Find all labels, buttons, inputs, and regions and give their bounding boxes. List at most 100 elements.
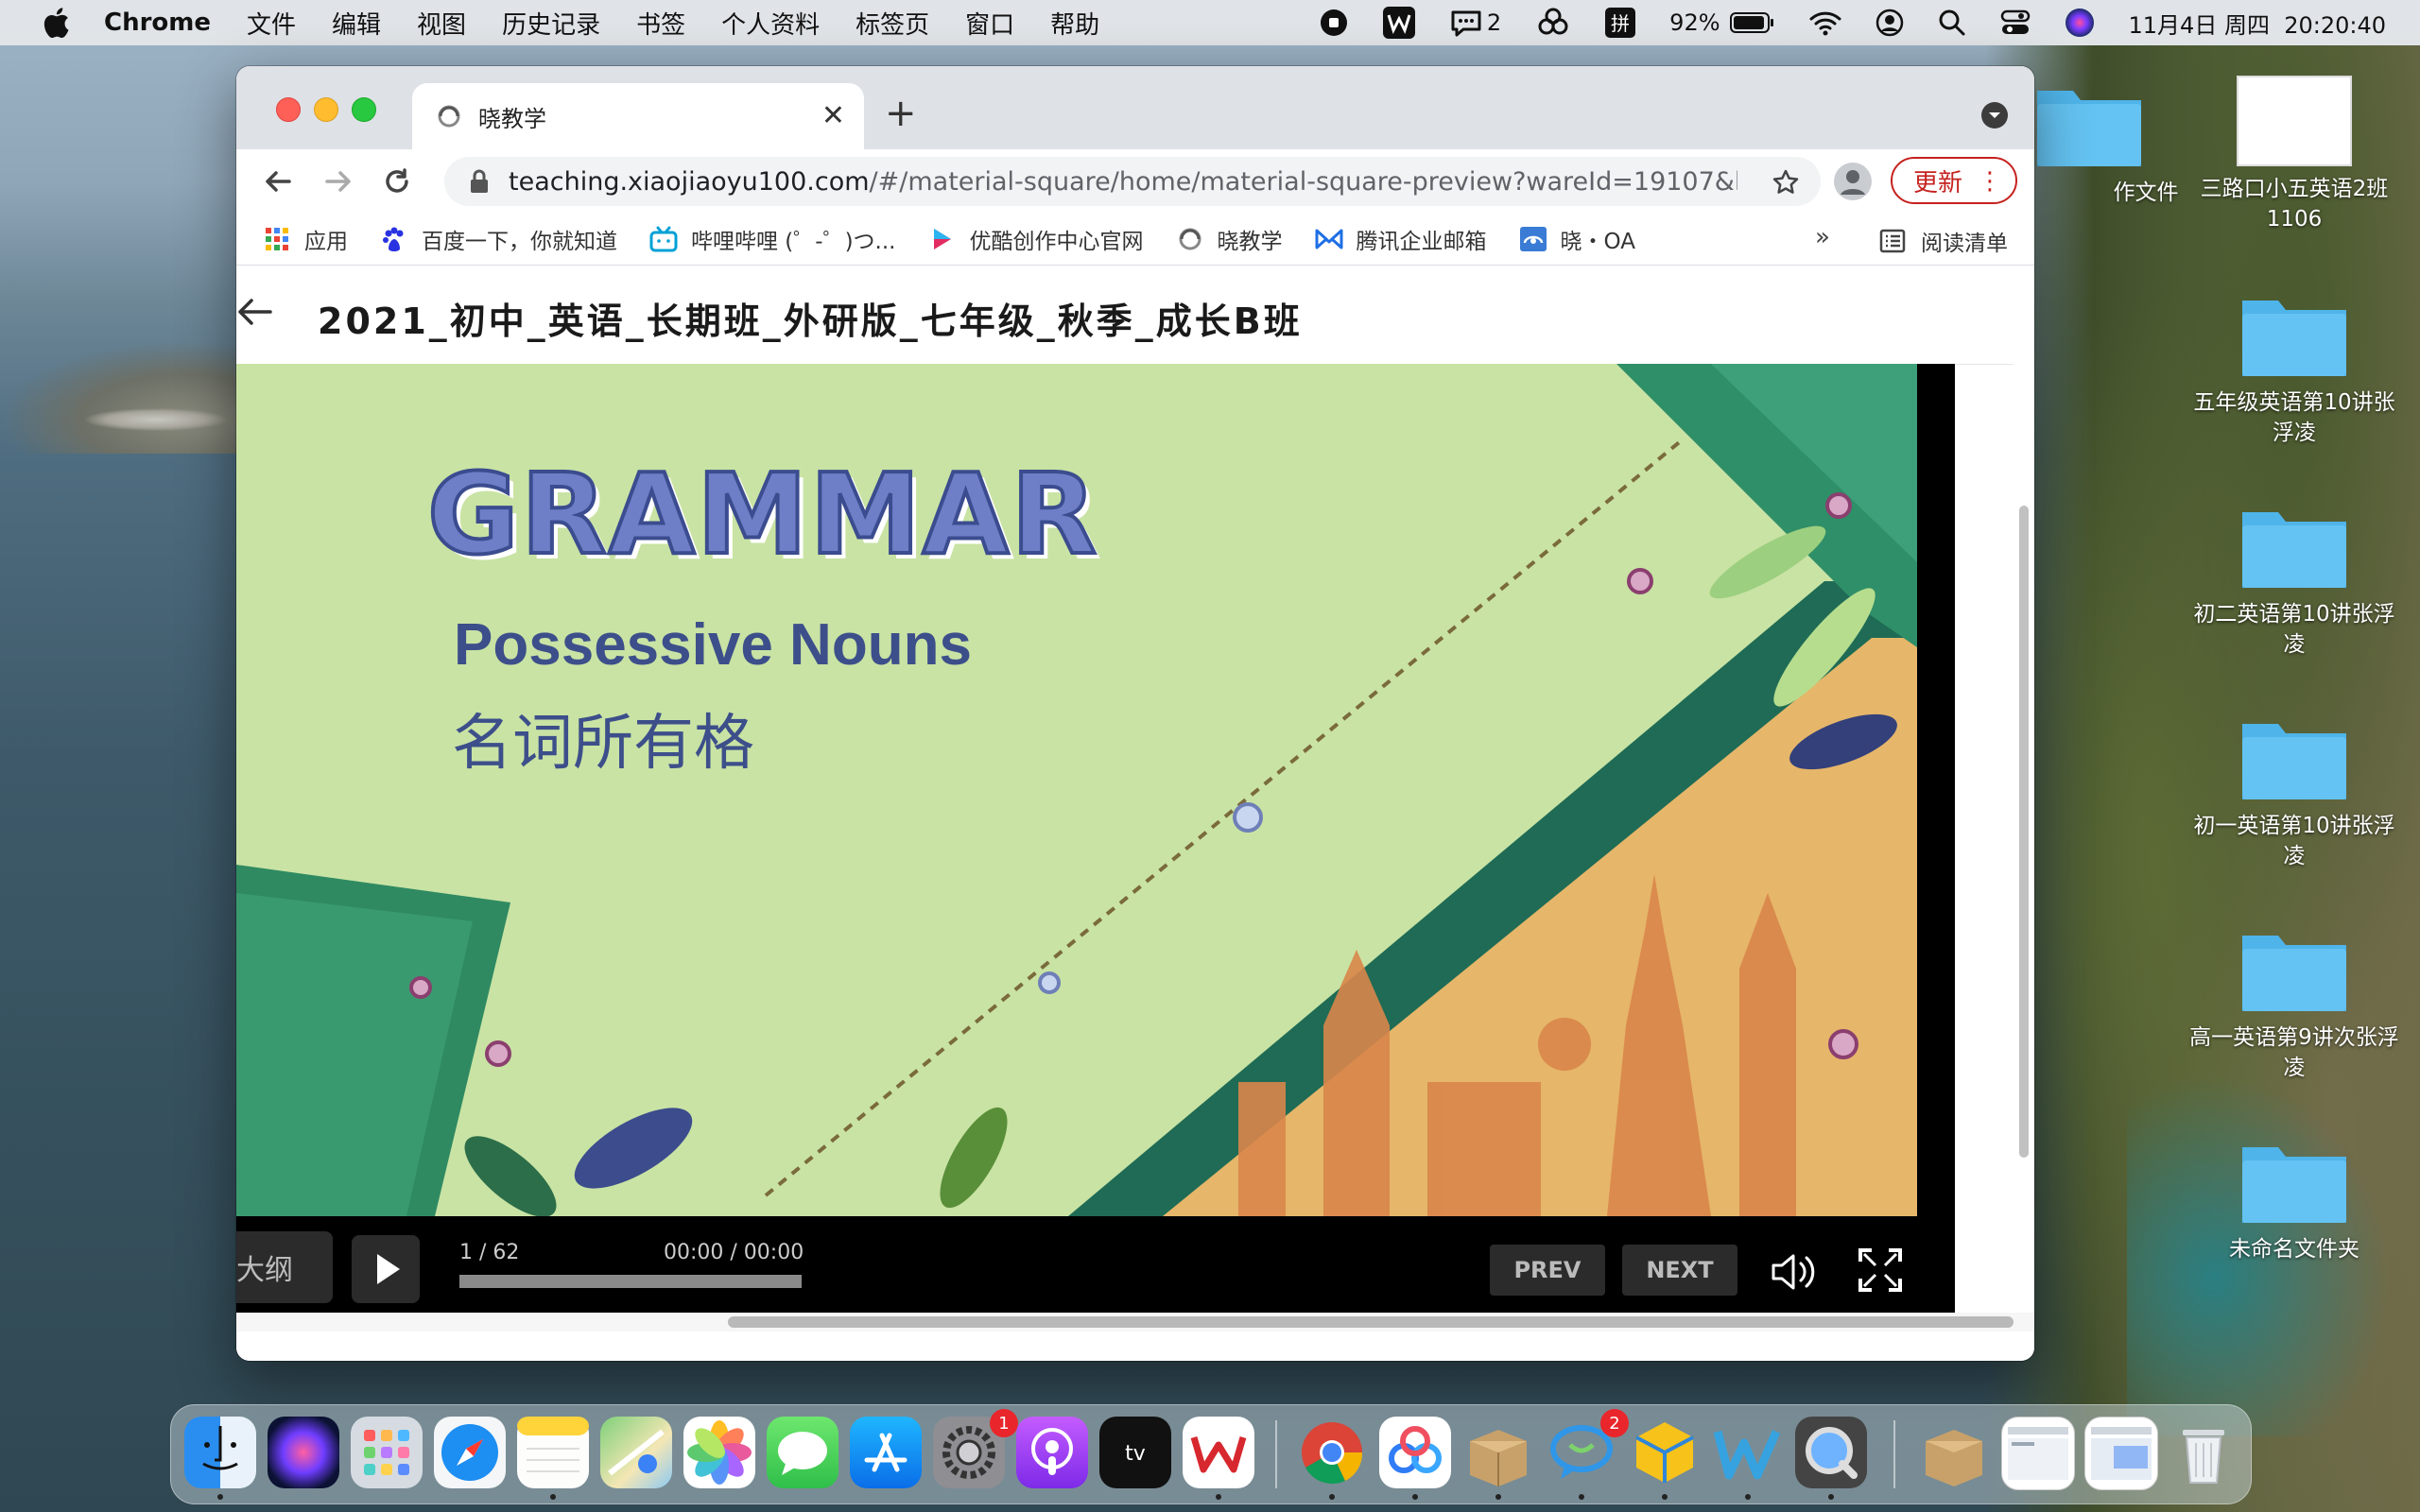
vertical-scroll-thumb[interactable] bbox=[2019, 506, 2029, 1158]
zoom-window-button[interactable] bbox=[352, 97, 376, 122]
reload-icon[interactable] bbox=[380, 164, 414, 198]
folder-icon bbox=[2242, 724, 2346, 799]
macos-menubar: Chrome 文件 编辑 视图 历史记录 书签 个人资料 标签页 窗口 帮助 2… bbox=[0, 0, 2420, 45]
w-app-icon[interactable] bbox=[1712, 1417, 1784, 1488]
bookmark-label: 哔哩哔哩 (゜-゜)つ... bbox=[691, 230, 896, 254]
bilibili-tv-icon bbox=[649, 225, 678, 253]
youku-play-icon bbox=[928, 225, 957, 253]
control-center-icon[interactable] bbox=[2000, 9, 2031, 37]
bookmarks-overflow-button[interactable]: » bbox=[1815, 223, 1830, 251]
close-window-button[interactable] bbox=[276, 97, 301, 122]
bookmark-youku[interactable]: 优酷创作中心官网 bbox=[928, 223, 1144, 255]
wps-office-icon[interactable] bbox=[1183, 1417, 1254, 1488]
menu-help[interactable]: 帮助 bbox=[1050, 6, 1099, 41]
chat-notification-count: 2 bbox=[1486, 9, 1502, 36]
more-vert-icon[interactable]: ⋮ bbox=[1978, 164, 2002, 198]
battery-icon bbox=[1729, 12, 1773, 33]
user-account-icon[interactable] bbox=[1876, 9, 1904, 37]
screen-record-icon[interactable] bbox=[1319, 8, 1349, 38]
update-button[interactable]: 更新 ⋮ bbox=[1891, 157, 2017, 204]
close-tab-icon[interactable]: ✕ bbox=[821, 99, 845, 133]
bookmark-star-icon[interactable] bbox=[1772, 168, 1800, 197]
wifi-icon[interactable] bbox=[1809, 9, 1841, 36]
document-stack-icon[interactable] bbox=[2084, 1417, 2158, 1490]
quicktime-icon[interactable] bbox=[1795, 1417, 1867, 1488]
battery-indicator[interactable]: 92% bbox=[1669, 9, 1774, 36]
chat-notification-icon[interactable]: 2 bbox=[1449, 8, 1501, 38]
menu-chrome[interactable]: Chrome bbox=[104, 9, 211, 37]
apple-icon[interactable] bbox=[42, 8, 70, 38]
bookmark-label: 晓教学 bbox=[1217, 230, 1283, 254]
desktop-folder[interactable]: 初一英语第10讲张浮凌 bbox=[2186, 709, 2403, 871]
horizontal-scroll-thumb[interactable] bbox=[728, 1316, 2014, 1328]
baidu-netdisk-icon[interactable] bbox=[1379, 1417, 1451, 1488]
cloud-sync-icon[interactable] bbox=[1535, 8, 1571, 38]
menu-view[interactable]: 视图 bbox=[417, 6, 466, 41]
bookmark-apps[interactable]: 应用 bbox=[263, 223, 348, 255]
desktop-file-thumbnail[interactable]: 三路口小五英语2班1106 bbox=[2186, 76, 2403, 234]
next-button[interactable]: NEXT bbox=[1622, 1245, 1737, 1296]
finder-icon[interactable] bbox=[184, 1417, 256, 1488]
siri-icon[interactable] bbox=[2065, 8, 2095, 38]
desktop-folder-label: 初一英语第10讲张浮凌 bbox=[2193, 814, 2395, 868]
bookmark-baidu[interactable]: 百度一下，你就知道 bbox=[380, 223, 617, 255]
menu-profile[interactable]: 个人资料 bbox=[721, 6, 820, 41]
launchpad-icon[interactable] bbox=[351, 1417, 423, 1488]
photos-icon[interactable] bbox=[683, 1417, 755, 1488]
back-arrow-icon[interactable] bbox=[261, 164, 295, 198]
profile-avatar[interactable] bbox=[1834, 163, 1872, 200]
forward-arrow-icon[interactable] bbox=[321, 164, 355, 198]
desktop-folder[interactable]: 未命名文件夹 bbox=[2186, 1132, 2403, 1264]
wps-icon[interactable] bbox=[1382, 7, 1415, 39]
archive-utility-icon[interactable] bbox=[1462, 1417, 1534, 1488]
fullscreen-icon[interactable] bbox=[1857, 1246, 1904, 1294]
minimize-window-button[interactable] bbox=[314, 97, 338, 122]
podcasts-icon[interactable] bbox=[1016, 1417, 1088, 1488]
back-arrow-icon[interactable] bbox=[236, 294, 272, 330]
new-tab-button[interactable]: + bbox=[885, 94, 917, 132]
siri-dock-icon[interactable] bbox=[268, 1417, 339, 1488]
menu-file[interactable]: 文件 bbox=[247, 6, 296, 41]
vertical-scrollbar[interactable] bbox=[2014, 364, 2034, 1271]
desktop-folder[interactable]: 五年级英语第10讲张浮凌 bbox=[2186, 285, 2403, 448]
bookmark-xiaojiaoxue[interactable]: 晓教学 bbox=[1176, 223, 1283, 255]
trash-icon[interactable] bbox=[2168, 1417, 2239, 1488]
app-store-icon[interactable] bbox=[850, 1417, 922, 1488]
apple-tv-icon[interactable]: tv bbox=[1099, 1417, 1171, 1488]
outline-button[interactable]: 大纲 bbox=[236, 1231, 333, 1303]
slide-canvas: GRAMMAR Possessive Nouns 名词所有格 bbox=[236, 364, 1917, 1216]
input-method-icon[interactable]: 拼 bbox=[1605, 8, 1636, 38]
screenshot-stack-icon[interactable] bbox=[2001, 1417, 2075, 1490]
folder-icon bbox=[2037, 91, 2141, 166]
netdisk-running-dot bbox=[1412, 1494, 1418, 1500]
reading-list-button[interactable]: 阅读清单 bbox=[1879, 225, 2008, 257]
desktop-folder[interactable]: 初二英语第10讲张浮凌 bbox=[2186, 497, 2403, 660]
play-button[interactable] bbox=[352, 1235, 420, 1303]
chrome-icon[interactable] bbox=[1296, 1417, 1368, 1488]
notes-icon[interactable] bbox=[517, 1417, 589, 1488]
progress-bar[interactable] bbox=[459, 1275, 802, 1288]
horizontal-scrollbar[interactable] bbox=[236, 1313, 2034, 1332]
tab-active[interactable]: 晓教学 ✕ bbox=[412, 83, 864, 149]
bookmark-bilibili[interactable]: 哔哩哔哩 (゜-゜)つ... bbox=[649, 223, 896, 255]
spotlight-search-icon[interactable] bbox=[1938, 9, 1966, 37]
menu-window[interactable]: 窗口 bbox=[965, 6, 1014, 41]
maps-icon[interactable] bbox=[600, 1417, 672, 1488]
menu-tabs[interactable]: 标签页 bbox=[856, 6, 929, 41]
desktop-folder[interactable]: 高一英语第9讲次张浮凌 bbox=[2186, 920, 2403, 1083]
bookmark-tencent-mail[interactable]: 腾讯企业邮箱 bbox=[1315, 223, 1487, 255]
lock-icon[interactable] bbox=[469, 169, 490, 194]
volume-icon[interactable] bbox=[1770, 1250, 1817, 1294]
messages-icon[interactable] bbox=[767, 1417, 838, 1488]
cube-app-icon[interactable] bbox=[1629, 1417, 1701, 1488]
menu-history[interactable]: 历史记录 bbox=[502, 6, 600, 41]
address-bar[interactable]: teaching.xiaojiaoyu100.com/#/material-sq… bbox=[444, 157, 1821, 206]
downloads-stack-icon[interactable] bbox=[1918, 1417, 1990, 1488]
datetime[interactable]: 11月4日 周四 20:20:40 bbox=[2129, 7, 2386, 40]
prev-button[interactable]: PREV bbox=[1490, 1245, 1605, 1296]
tab-search-button[interactable] bbox=[1981, 102, 2008, 129]
menu-bookmarks[interactable]: 书签 bbox=[636, 6, 685, 41]
bookmark-oa[interactable]: 晓・OA bbox=[1519, 223, 1635, 255]
safari-icon[interactable] bbox=[434, 1417, 506, 1488]
menu-edit[interactable]: 编辑 bbox=[332, 6, 381, 41]
